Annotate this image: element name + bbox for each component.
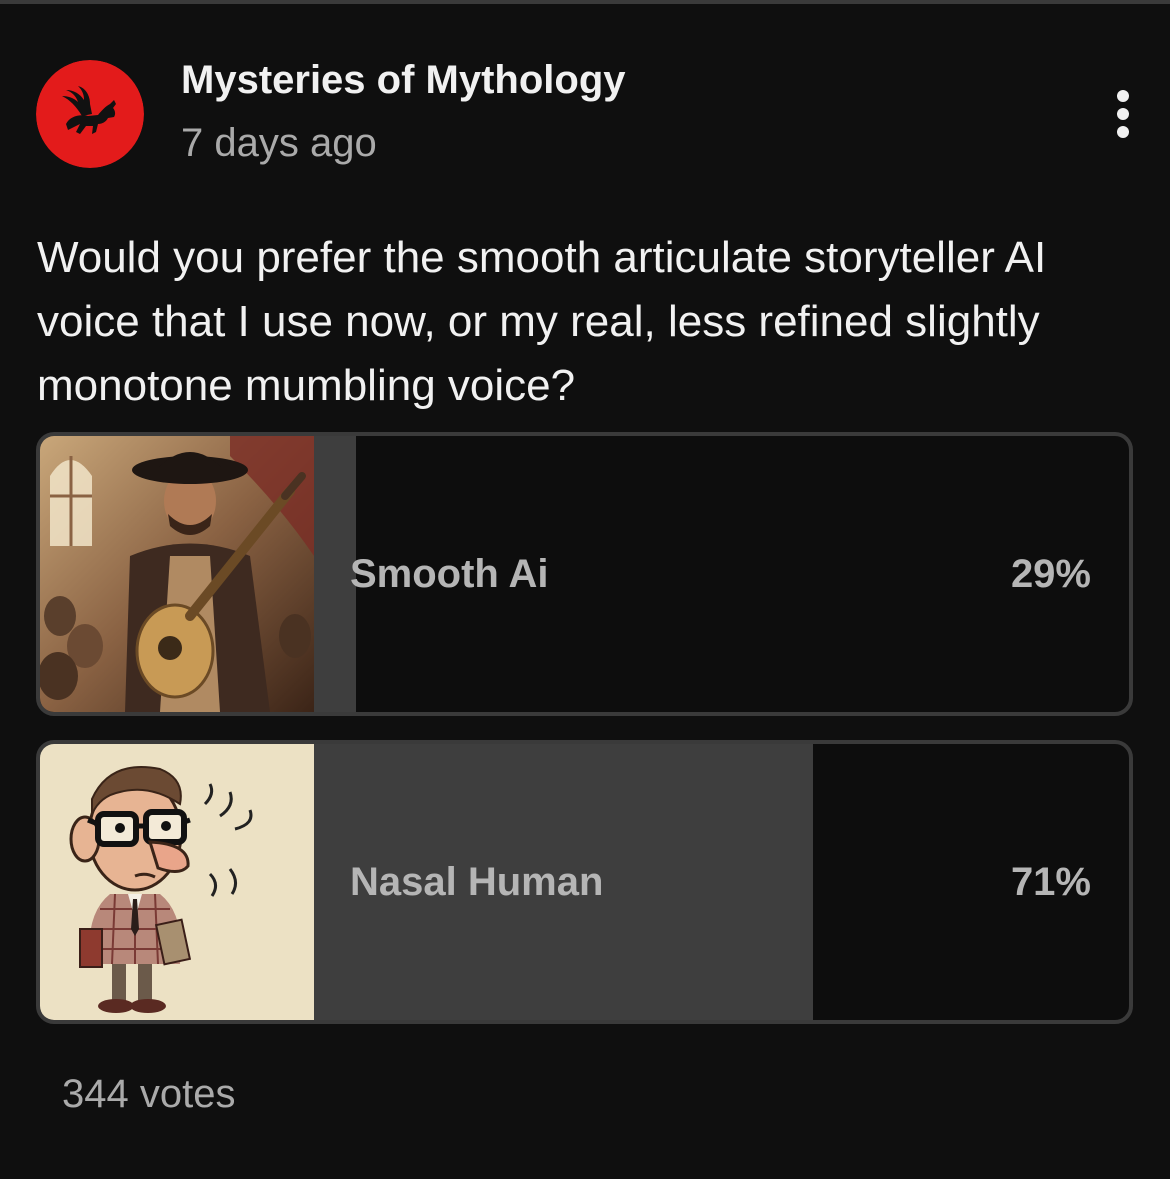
post-question: Would you prefer the smooth articulate s… (37, 233, 1047, 410)
post-timestamp: 7 days ago (181, 121, 377, 165)
more-options-button[interactable] (1098, 84, 1148, 148)
channel-avatar[interactable] (36, 60, 144, 168)
poll-option-percent: 29% (1010, 552, 1091, 596)
pegasus-icon (36, 60, 144, 168)
poll-option-nasal-human[interactable]: Nasal Human 71% (36, 740, 1133, 1024)
poll-option-label: Nasal Human (350, 860, 604, 904)
poll-option-smooth-ai[interactable]: Smooth Ai 29% (36, 432, 1133, 716)
lute-storyteller-image (40, 436, 314, 712)
channel-name[interactable]: Mysteries of Mythology (181, 58, 626, 103)
post-header: Mysteries of Mythology 7 days ago (0, 0, 1170, 200)
vote-count: 344 votes (62, 1072, 236, 1116)
more-vert-icon (1117, 90, 1129, 138)
poll-option-label: Smooth Ai (350, 552, 549, 596)
poll-option-percent: 71% (1010, 860, 1091, 904)
nasal-man-cartoon-image (40, 744, 314, 1020)
